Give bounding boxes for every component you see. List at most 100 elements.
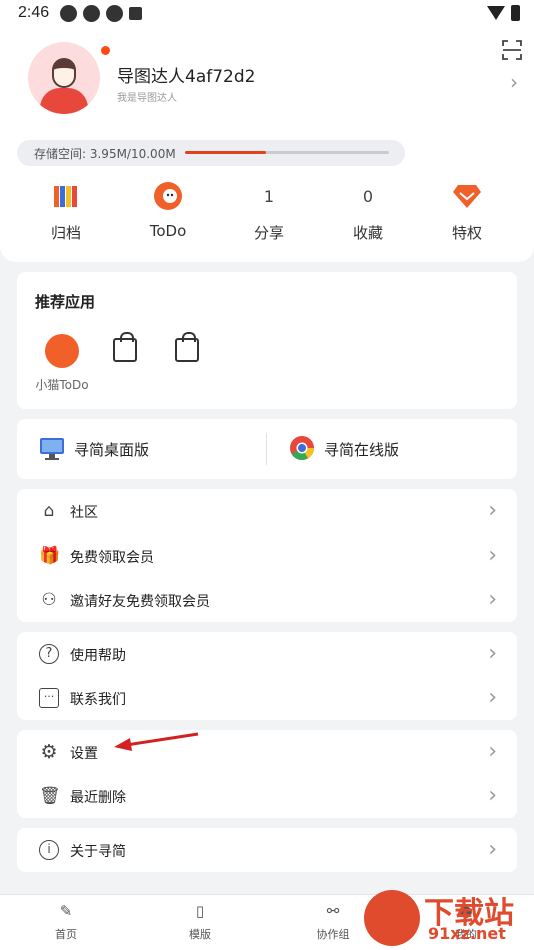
watermark-domain: 91xz.net: [428, 924, 506, 943]
chevron-right-icon: ›: [488, 837, 497, 862]
tab-label: 模版: [189, 928, 211, 941]
tab-groups[interactable]: ⚯ 协作组: [293, 901, 373, 942]
versions-card: 寻简桌面版 寻简在线版: [17, 419, 517, 479]
menu-item-label: 邀请好友免费领取会员: [70, 594, 210, 610]
shopping-bag-add-icon: [113, 332, 137, 362]
tab-templates[interactable]: ▯ 模版: [160, 901, 240, 942]
archive-icon: [26, 180, 106, 212]
group-icon: ⚯: [326, 902, 340, 920]
quick-share[interactable]: 1 分享: [229, 180, 309, 243]
a-notification-icon: [129, 7, 142, 20]
quick-favorites[interactable]: 0 收藏: [328, 180, 408, 243]
template-icon: ▯: [195, 902, 205, 920]
chevron-right-icon: ›: [488, 641, 497, 666]
chevron-right-icon: ›: [488, 587, 497, 612]
recommended-title: 推荐应用: [35, 293, 96, 311]
menu-item-community[interactable]: ⌂ 社区 ›: [17, 489, 517, 533]
quick-privilege-label: 特权: [451, 224, 482, 242]
app-add-1[interactable]: [109, 332, 141, 362]
menu-item-invite-friends[interactable]: ⚇ 邀请好友免费领取会员 ›: [17, 578, 517, 622]
user-tagline: 我是导图达人: [117, 93, 177, 104]
storage-fill: [185, 151, 266, 154]
wifi-icon: [487, 6, 505, 20]
tab-label: 首页: [55, 928, 77, 941]
avatar-body: [40, 88, 88, 114]
chevron-right-icon: ›: [488, 543, 497, 568]
username[interactable]: 导图达人4af72d2: [117, 62, 255, 87]
avatar[interactable]: [28, 42, 100, 114]
avatar-face: [52, 58, 76, 88]
tab-label: 协作组: [316, 928, 350, 941]
menu-item-recently-deleted[interactable]: 🗑 最近删除 ›: [17, 774, 517, 818]
gift-icon: 🎁: [39, 546, 61, 566]
app-notification-icon: [106, 5, 123, 22]
storage-label: 存储空间: 3.95M/10.00M: [34, 147, 176, 161]
app-cat-todo-label: 小猫ToDo: [35, 378, 89, 392]
menu-group-membership: ⌂ 社区 › 🎁 免费领取会员 › ⚇ 邀请好友免费领取会员 ›: [17, 489, 517, 622]
desktop-version-label: 寻简桌面版: [74, 441, 150, 459]
notification-dot: [101, 46, 110, 55]
menu-item-label: 关于寻简: [70, 844, 126, 860]
profile-header: 导图达人4af72d2 我是导图达人 › 存储空间: 3.95M/10.00M …: [0, 28, 534, 262]
menu-item-about[interactable]: i 关于寻简 ›: [17, 828, 517, 872]
cat-todo-app-icon: [45, 334, 79, 368]
notification-icons: [60, 5, 142, 22]
system-icons: [487, 5, 520, 21]
quick-share-label: 分享: [253, 224, 284, 242]
menu-item-contact[interactable]: ··· 联系我们 ›: [17, 676, 517, 720]
quick-archive-label: 归档: [50, 224, 81, 242]
menu-item-label: 免费领取会员: [70, 550, 154, 566]
status-bar: 2:46: [0, 0, 534, 28]
chevron-right-icon: ›: [488, 498, 497, 523]
cat-todo-icon: [128, 180, 208, 212]
chat-icon: ···: [39, 688, 59, 708]
chevron-right-icon: ›: [488, 739, 497, 764]
shopping-bag-add-icon: [175, 332, 199, 362]
profile-chevron-right-icon[interactable]: ›: [510, 70, 518, 94]
app-notification-icon: [60, 5, 77, 22]
help-icon: ?: [39, 644, 59, 664]
desktop-version-button[interactable]: 寻简桌面版: [17, 419, 267, 479]
chevron-right-icon: ›: [488, 783, 497, 808]
menu-item-help[interactable]: ? 使用帮助 ›: [17, 632, 517, 676]
chevron-right-icon: ›: [488, 685, 497, 710]
quick-archive[interactable]: 归档: [26, 180, 106, 243]
menu-group-settings: ⚙ 设置 › 🗑 最近删除 ›: [17, 730, 517, 818]
status-time: 2:46: [18, 4, 50, 21]
quick-favorites-label: 收藏: [352, 224, 383, 242]
scan-icon[interactable]: [502, 40, 522, 60]
chrome-icon: [290, 436, 314, 461]
tab-home[interactable]: ✎ 首页: [26, 901, 106, 942]
favorites-count: 0: [362, 186, 374, 206]
quick-privilege[interactable]: 特权: [427, 180, 507, 243]
storage-bar: 存储空间: 3.95M/10.00M: [17, 140, 405, 166]
watermark-logo-icon: [364, 890, 420, 946]
home-icon: ✎: [59, 902, 73, 920]
menu-item-label: 设置: [70, 746, 98, 762]
storage-track: [185, 151, 389, 154]
menu-item-settings[interactable]: ⚙ 设置 ›: [17, 730, 517, 774]
recommended-apps-card: 推荐应用 小猫ToDo: [17, 272, 517, 409]
menu-group-support: ? 使用帮助 › ··· 联系我们 ›: [17, 632, 517, 720]
online-version-label: 寻简在线版: [324, 441, 400, 459]
menu-item-free-membership[interactable]: 🎁 免费领取会员 ›: [17, 534, 517, 578]
app-notification-icon: [83, 5, 100, 22]
online-version-button[interactable]: 寻简在线版: [267, 419, 517, 479]
watermark: 下载站 91xz.net: [362, 884, 534, 950]
settings-icon: ⚙: [40, 741, 58, 763]
battery-icon: [511, 5, 520, 21]
monitor-icon: [40, 438, 64, 460]
menu-item-label: 使用帮助: [70, 648, 126, 664]
menu-group-about: i 关于寻简 ›: [17, 828, 517, 872]
invite-user-icon: ⚇: [41, 590, 57, 610]
trash-icon: 🗑: [39, 786, 61, 806]
quick-todo[interactable]: ToDo: [128, 180, 208, 240]
menu-item-label: 联系我们: [70, 692, 126, 708]
info-icon: i: [39, 840, 59, 860]
app-add-2[interactable]: [171, 332, 203, 362]
app-cat-todo[interactable]: 小猫ToDo: [33, 334, 91, 393]
community-icon: ⌂: [43, 501, 55, 521]
annotation-arrow-icon: [114, 732, 199, 751]
menu-item-label: 社区: [70, 505, 98, 521]
menu-item-label: 最近删除: [70, 790, 126, 806]
